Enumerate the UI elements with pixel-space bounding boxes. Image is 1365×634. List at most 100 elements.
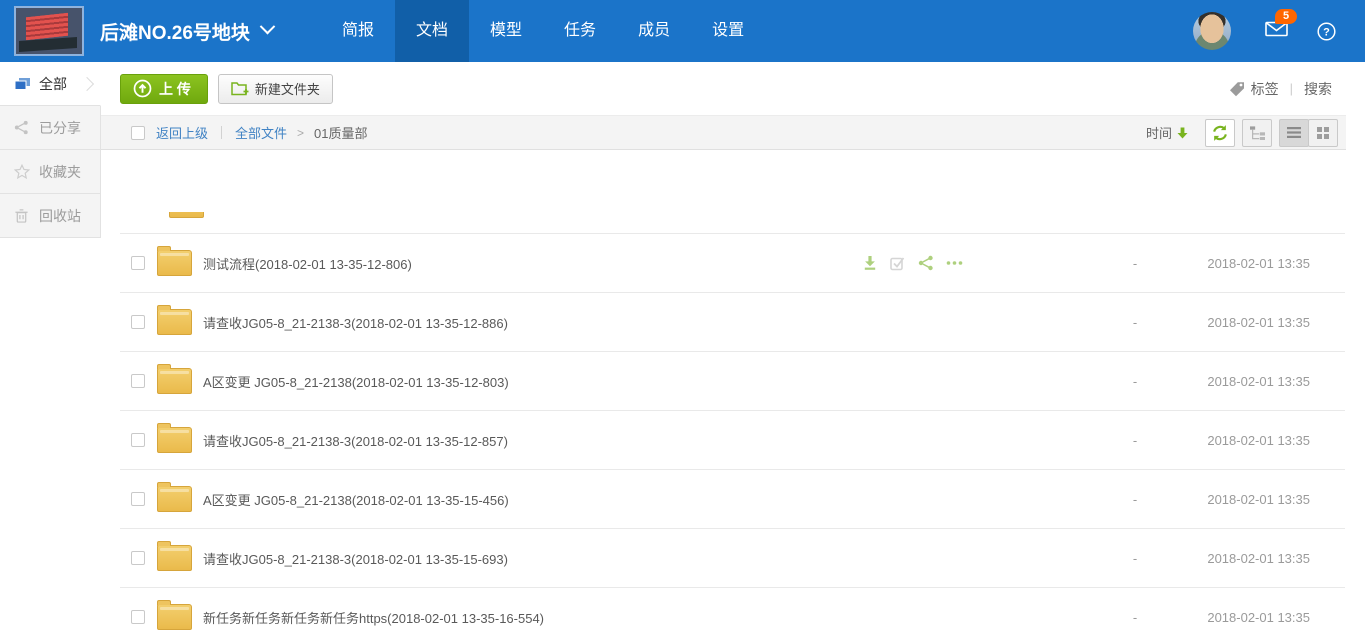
download-icon[interactable] [862, 255, 878, 271]
file-row[interactable]: 新任务新任务新任务新任务https(2018-02-01 13-35-16-55… [120, 588, 1345, 634]
folder-icon [157, 486, 192, 512]
content-area: 上 传 新建文件夹 标签 | 搜索 [101, 62, 1365, 634]
new-folder-button[interactable]: 新建文件夹 [218, 74, 333, 104]
upload-icon [133, 79, 152, 98]
file-size: - [1125, 433, 1145, 448]
folder-icon [157, 368, 192, 394]
breadcrumb-bar: 返回上级 全部文件 > 01质量部 时间 [101, 115, 1346, 150]
file-name[interactable]: 请查收JG05-8_21-2138-3(2018-02-01 13-35-12-… [203, 313, 508, 332]
file-date: 2018-02-01 13:35 [1207, 256, 1310, 271]
project-logo[interactable] [14, 6, 84, 56]
search-button[interactable]: 搜索 [1304, 79, 1332, 99]
file-size: - [1125, 551, 1145, 566]
file-name[interactable]: 新任务新任务新任务新任务https(2018-02-01 13-35-16-55… [203, 608, 544, 627]
refresh-button[interactable] [1205, 119, 1235, 147]
file-row[interactable]: 请查收JG05-8_21-2138-3(2018-02-01 13-35-12-… [120, 411, 1345, 470]
sidebar-item-label: 已分享 [39, 118, 81, 138]
search-label: 搜索 [1304, 79, 1332, 99]
tag-icon [1229, 81, 1245, 97]
back-up-link[interactable]: 返回上级 [156, 123, 208, 142]
breadcrumb-divider [221, 126, 222, 139]
nav-tab-tasks[interactable]: 任务 [543, 0, 617, 62]
list-view-icon [1287, 127, 1301, 138]
main-nav: 简报文档模型任务成员设置 [321, 0, 765, 62]
project-title-dropdown[interactable]: 后滩NO.26号地块 [100, 18, 273, 45]
file-size: - [1125, 374, 1145, 389]
folder-icon [157, 250, 192, 276]
breadcrumb-current-folder: 01质量部 [314, 123, 367, 142]
trash-icon [14, 208, 31, 223]
row-checkbox[interactable] [131, 433, 145, 447]
row-actions [862, 255, 975, 271]
file-row[interactable]: A区变更 JG05-8_21-2138(2018-02-01 13-35-12-… [120, 352, 1345, 411]
app-window: 后滩NO.26号地块 简报文档模型任务成员设置 5 ? [0, 0, 1365, 634]
sidebar-item-all[interactable]: 全部 [0, 62, 101, 106]
breadcrumb-separator-icon: > [297, 126, 304, 140]
list-view-button[interactable] [1279, 119, 1309, 147]
file-row[interactable]: 请查收JG05-8_21-2138-3(2018-02-01 13-35-12-… [120, 293, 1345, 352]
row-checkbox[interactable] [131, 551, 145, 565]
file-row[interactable]: A区变更 JG05-8_21-2138(2018-02-01 13-35-15-… [120, 470, 1345, 529]
nav-tab-settings[interactable]: 设置 [691, 0, 765, 62]
file-size: - [1125, 256, 1145, 271]
new-folder-button-label: 新建文件夹 [255, 79, 320, 98]
file-row-clipped[interactable] [120, 212, 1345, 234]
more-actions-icon[interactable] [946, 255, 963, 271]
sidebar-item-recycle[interactable]: 回收站 [0, 194, 101, 238]
file-row[interactable]: 请查收JG05-8_21-2138-3(2018-02-01 13-35-15-… [120, 529, 1345, 588]
select-all-checkbox[interactable] [131, 126, 145, 140]
folder-icon [157, 427, 192, 453]
nav-tab-members[interactable]: 成员 [617, 0, 691, 62]
folder-icon [157, 309, 192, 335]
sort-desc-arrow-icon [1177, 127, 1188, 139]
grid-view-icon [1317, 127, 1329, 139]
file-row[interactable]: 测试流程(2018-02-01 13-35-12-806) - [120, 234, 1345, 293]
row-checkbox[interactable] [131, 256, 145, 270]
row-checkbox[interactable] [131, 610, 145, 624]
upload-button[interactable]: 上 传 [120, 74, 208, 104]
help-button[interactable]: ? [1317, 22, 1336, 41]
file-size: - [1125, 315, 1145, 330]
sidebar-item-label: 全部 [39, 74, 67, 94]
sort-by-time-control[interactable]: 时间 [1146, 123, 1188, 142]
breadcrumb-root[interactable]: 全部文件 [235, 123, 287, 142]
tree-view-icon [1249, 125, 1266, 140]
sidebar-item-favorites[interactable]: 收藏夹 [0, 150, 101, 194]
folder-icon [157, 604, 192, 630]
file-date: 2018-02-01 13:35 [1207, 374, 1310, 389]
svg-text:?: ? [1323, 26, 1330, 38]
tree-view-button[interactable] [1242, 119, 1272, 147]
building-thumbnail-icon [26, 13, 68, 40]
row-checkbox[interactable] [131, 315, 145, 329]
nav-tab-models[interactable]: 模型 [469, 0, 543, 62]
folder-icon [169, 212, 204, 218]
file-date: 2018-02-01 13:35 [1207, 433, 1310, 448]
notifications-button[interactable]: 5 [1265, 21, 1289, 41]
question-icon: ? [1317, 22, 1336, 41]
user-avatar[interactable] [1193, 12, 1231, 50]
share-icon[interactable] [918, 255, 934, 271]
file-name[interactable]: A区变更 JG05-8_21-2138(2018-02-01 13-35-12-… [203, 372, 509, 391]
folder-plus-icon [231, 81, 249, 96]
nav-tab-briefing[interactable]: 简报 [321, 0, 395, 62]
nav-tab-documents[interactable]: 文档 [395, 0, 469, 62]
refresh-icon [1211, 124, 1229, 142]
share-icon [14, 120, 31, 135]
tag-button[interactable]: 标签 [1229, 79, 1279, 99]
file-name[interactable]: A区变更 JG05-8_21-2138(2018-02-01 13-35-15-… [203, 490, 509, 509]
file-list: 测试流程(2018-02-01 13-35-12-806) - [120, 212, 1345, 634]
sidebar-item-label: 回收站 [39, 206, 81, 226]
row-checkbox[interactable] [131, 492, 145, 506]
file-name[interactable]: 请查收JG05-8_21-2138-3(2018-02-01 13-35-15-… [203, 549, 508, 568]
check-square-icon[interactable] [890, 255, 906, 271]
file-size: - [1125, 610, 1145, 625]
file-name[interactable]: 测试流程(2018-02-01 13-35-12-806) [203, 254, 412, 273]
toolbar-separator: | [1290, 81, 1293, 96]
row-checkbox[interactable] [131, 374, 145, 388]
folder-icon [157, 545, 192, 571]
file-name[interactable]: 请查收JG05-8_21-2138-3(2018-02-01 13-35-12-… [203, 431, 508, 450]
grid-view-button[interactable] [1308, 119, 1338, 147]
sidebar-item-shared[interactable]: 已分享 [0, 106, 101, 150]
chevron-down-icon [260, 18, 276, 34]
sidebar-item-label: 收藏夹 [39, 162, 81, 182]
